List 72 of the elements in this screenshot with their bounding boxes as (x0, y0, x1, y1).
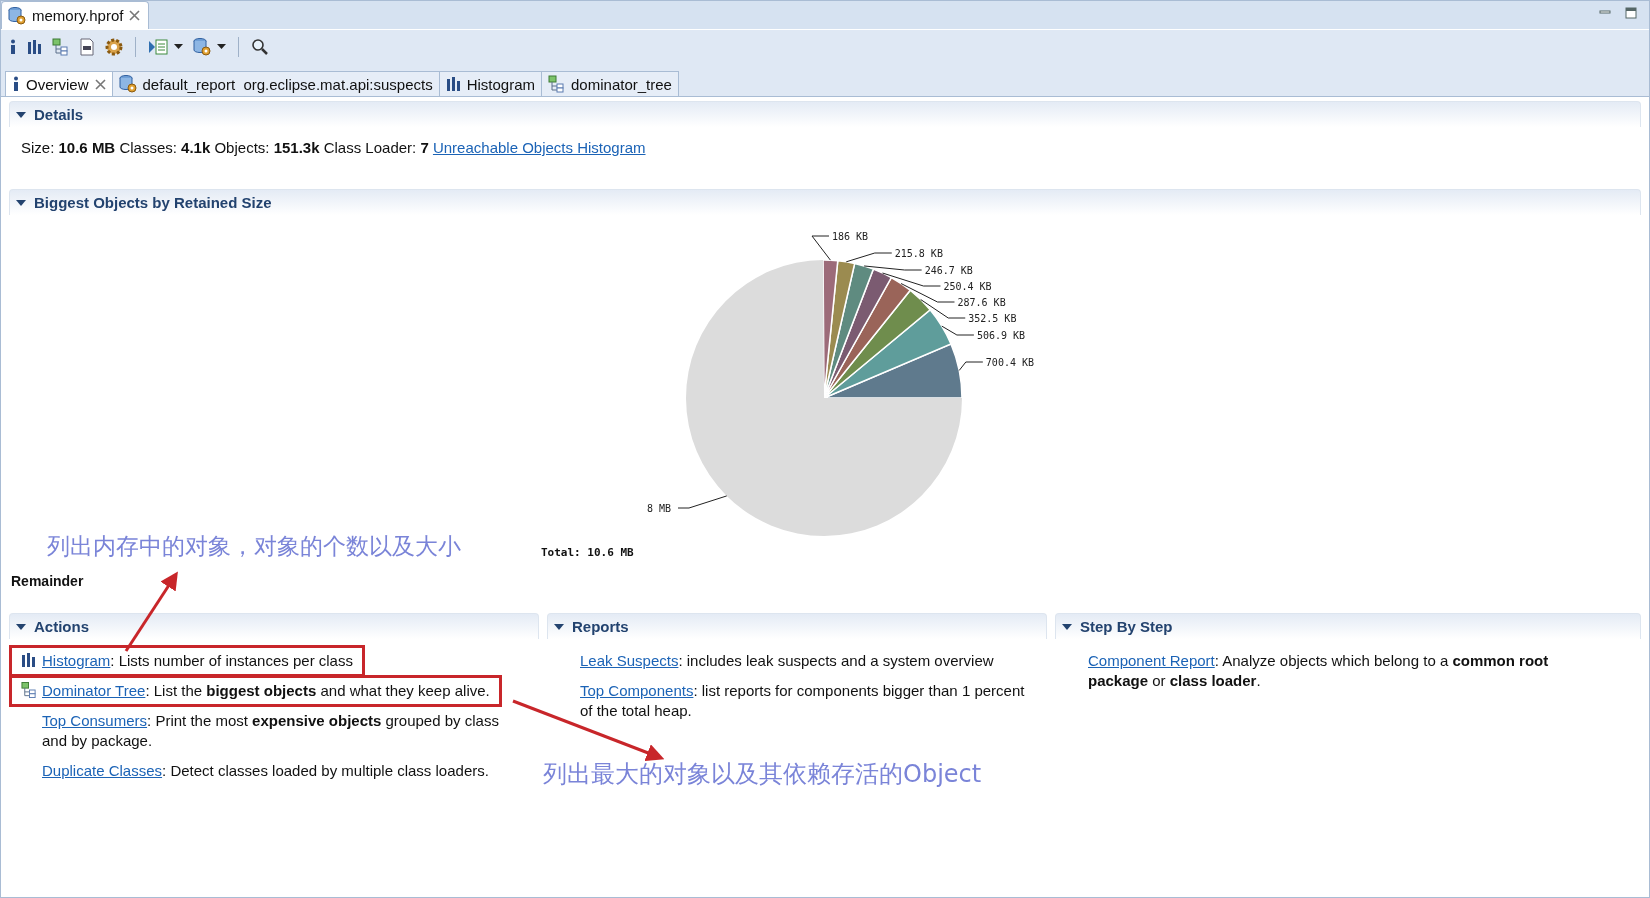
collapse-triangle-icon[interactable] (554, 622, 564, 631)
leader-line (677, 495, 728, 509)
slice-label: 506.9 KB (976, 330, 1026, 341)
action-description: Top Components: list reports for components bigger than 1 percent of the total heap. (580, 681, 1026, 721)
section-header[interactable]: Biggest Objects by Retained Size (9, 189, 1641, 215)
remainder-label: Remainder (10, 572, 85, 591)
section-header[interactable]: Reports (547, 613, 1047, 639)
slice-label: 246.7 KB (924, 265, 973, 276)
slice-label: 8 MB (646, 503, 671, 514)
slice-label: 250.4 KB (943, 281, 992, 292)
section-header[interactable]: Step By Step (1055, 613, 1641, 639)
bar-chart-icon (27, 40, 42, 54)
bar-chart-icon (445, 77, 461, 91)
leader-line (811, 235, 831, 261)
collapse-triangle-icon[interactable] (16, 622, 26, 631)
query-button[interactable] (77, 36, 97, 58)
tree-icon (21, 681, 37, 699)
database-gear-icon (118, 75, 137, 93)
database-gear-icon (193, 38, 211, 56)
action-link[interactable]: Leak Suspects (580, 652, 679, 669)
leader-line (845, 252, 893, 263)
view-tab[interactable]: dominator_tree (541, 71, 679, 96)
view-tab[interactable]: Overview (5, 71, 113, 96)
action-description: Component Report: Analyze objects which belong to a common root package or class loader. (1088, 651, 1550, 691)
tree-icon (52, 38, 69, 56)
action-description: Dominator Tree: List the biggest objects and what they keep alive. (42, 681, 490, 701)
slice-label: 352.5 KB (968, 313, 1017, 324)
action-description: Leak Suspects: includes leak suspects and a system overview (580, 651, 994, 671)
action-link[interactable]: Top Components (580, 682, 694, 699)
caret-icon (174, 44, 183, 50)
histogram-button[interactable] (25, 38, 44, 56)
list-icon (148, 38, 168, 56)
settings-button[interactable] (103, 36, 125, 58)
slice-label: 215.8 KB (894, 248, 943, 259)
document-icon (79, 38, 95, 56)
total-label: Total: 10.6 MB (541, 546, 634, 559)
action-link[interactable]: Dominator Tree (42, 682, 146, 699)
database-icon (8, 6, 26, 25)
run-report-button[interactable] (146, 36, 185, 58)
dominator-tree-button[interactable] (50, 36, 71, 58)
maximize-icon[interactable] (1625, 7, 1637, 19)
tree-icon (548, 75, 566, 93)
annotation-text: 列出内存中的对象，对象的个数以及大小 (47, 532, 461, 561)
action-description: Duplicate Classes: Detect classes loaded by multiple class loaders. (42, 761, 489, 781)
report-button[interactable] (191, 36, 228, 58)
info-icon (9, 39, 17, 55)
close-icon[interactable] (94, 78, 106, 90)
section-header[interactable]: Details (9, 101, 1641, 127)
close-icon[interactable] (129, 10, 141, 21)
slice-label: 186 KB (832, 231, 869, 242)
section-header[interactable]: Actions (9, 613, 539, 639)
caret-icon (217, 44, 226, 50)
slice-label: 287.6 KB (957, 297, 1006, 308)
view-tab[interactable]: Histogram (438, 71, 543, 96)
collapse-triangle-icon[interactable] (16, 198, 26, 207)
leader-line (941, 325, 975, 336)
search-icon (251, 38, 269, 56)
action-description: Top Consumers: Print the most expensive objects grouped by class and by package. (42, 711, 500, 751)
action-description: Histogram: Lists number of instances per class (42, 651, 353, 671)
collapse-triangle-icon[interactable] (16, 110, 26, 119)
collapse-triangle-icon[interactable] (1062, 622, 1072, 631)
bar-chart-icon (21, 653, 36, 667)
gear-icon (105, 38, 123, 56)
action-link[interactable]: Component Report (1088, 652, 1215, 669)
editor-tab[interactable]: memory.hprof (1, 1, 150, 29)
unreachable-objects-link[interactable]: Unreachable Objects Histogram (432, 139, 646, 156)
info-icon (12, 76, 20, 92)
annotation-text: 列出最大的对象以及其依赖存活的Object (543, 759, 982, 790)
leader-line (958, 361, 984, 371)
slice-label: 700.4 KB (985, 357, 1034, 368)
heap-summary: Size: 10.6 MB Classes: 4.1k Objects: 151.3k Class Loader: 7 Unreachable Objects Histogram (21, 139, 647, 158)
view-tab[interactable]: default_report org.eclipse.mat.api:suspects (111, 71, 440, 96)
